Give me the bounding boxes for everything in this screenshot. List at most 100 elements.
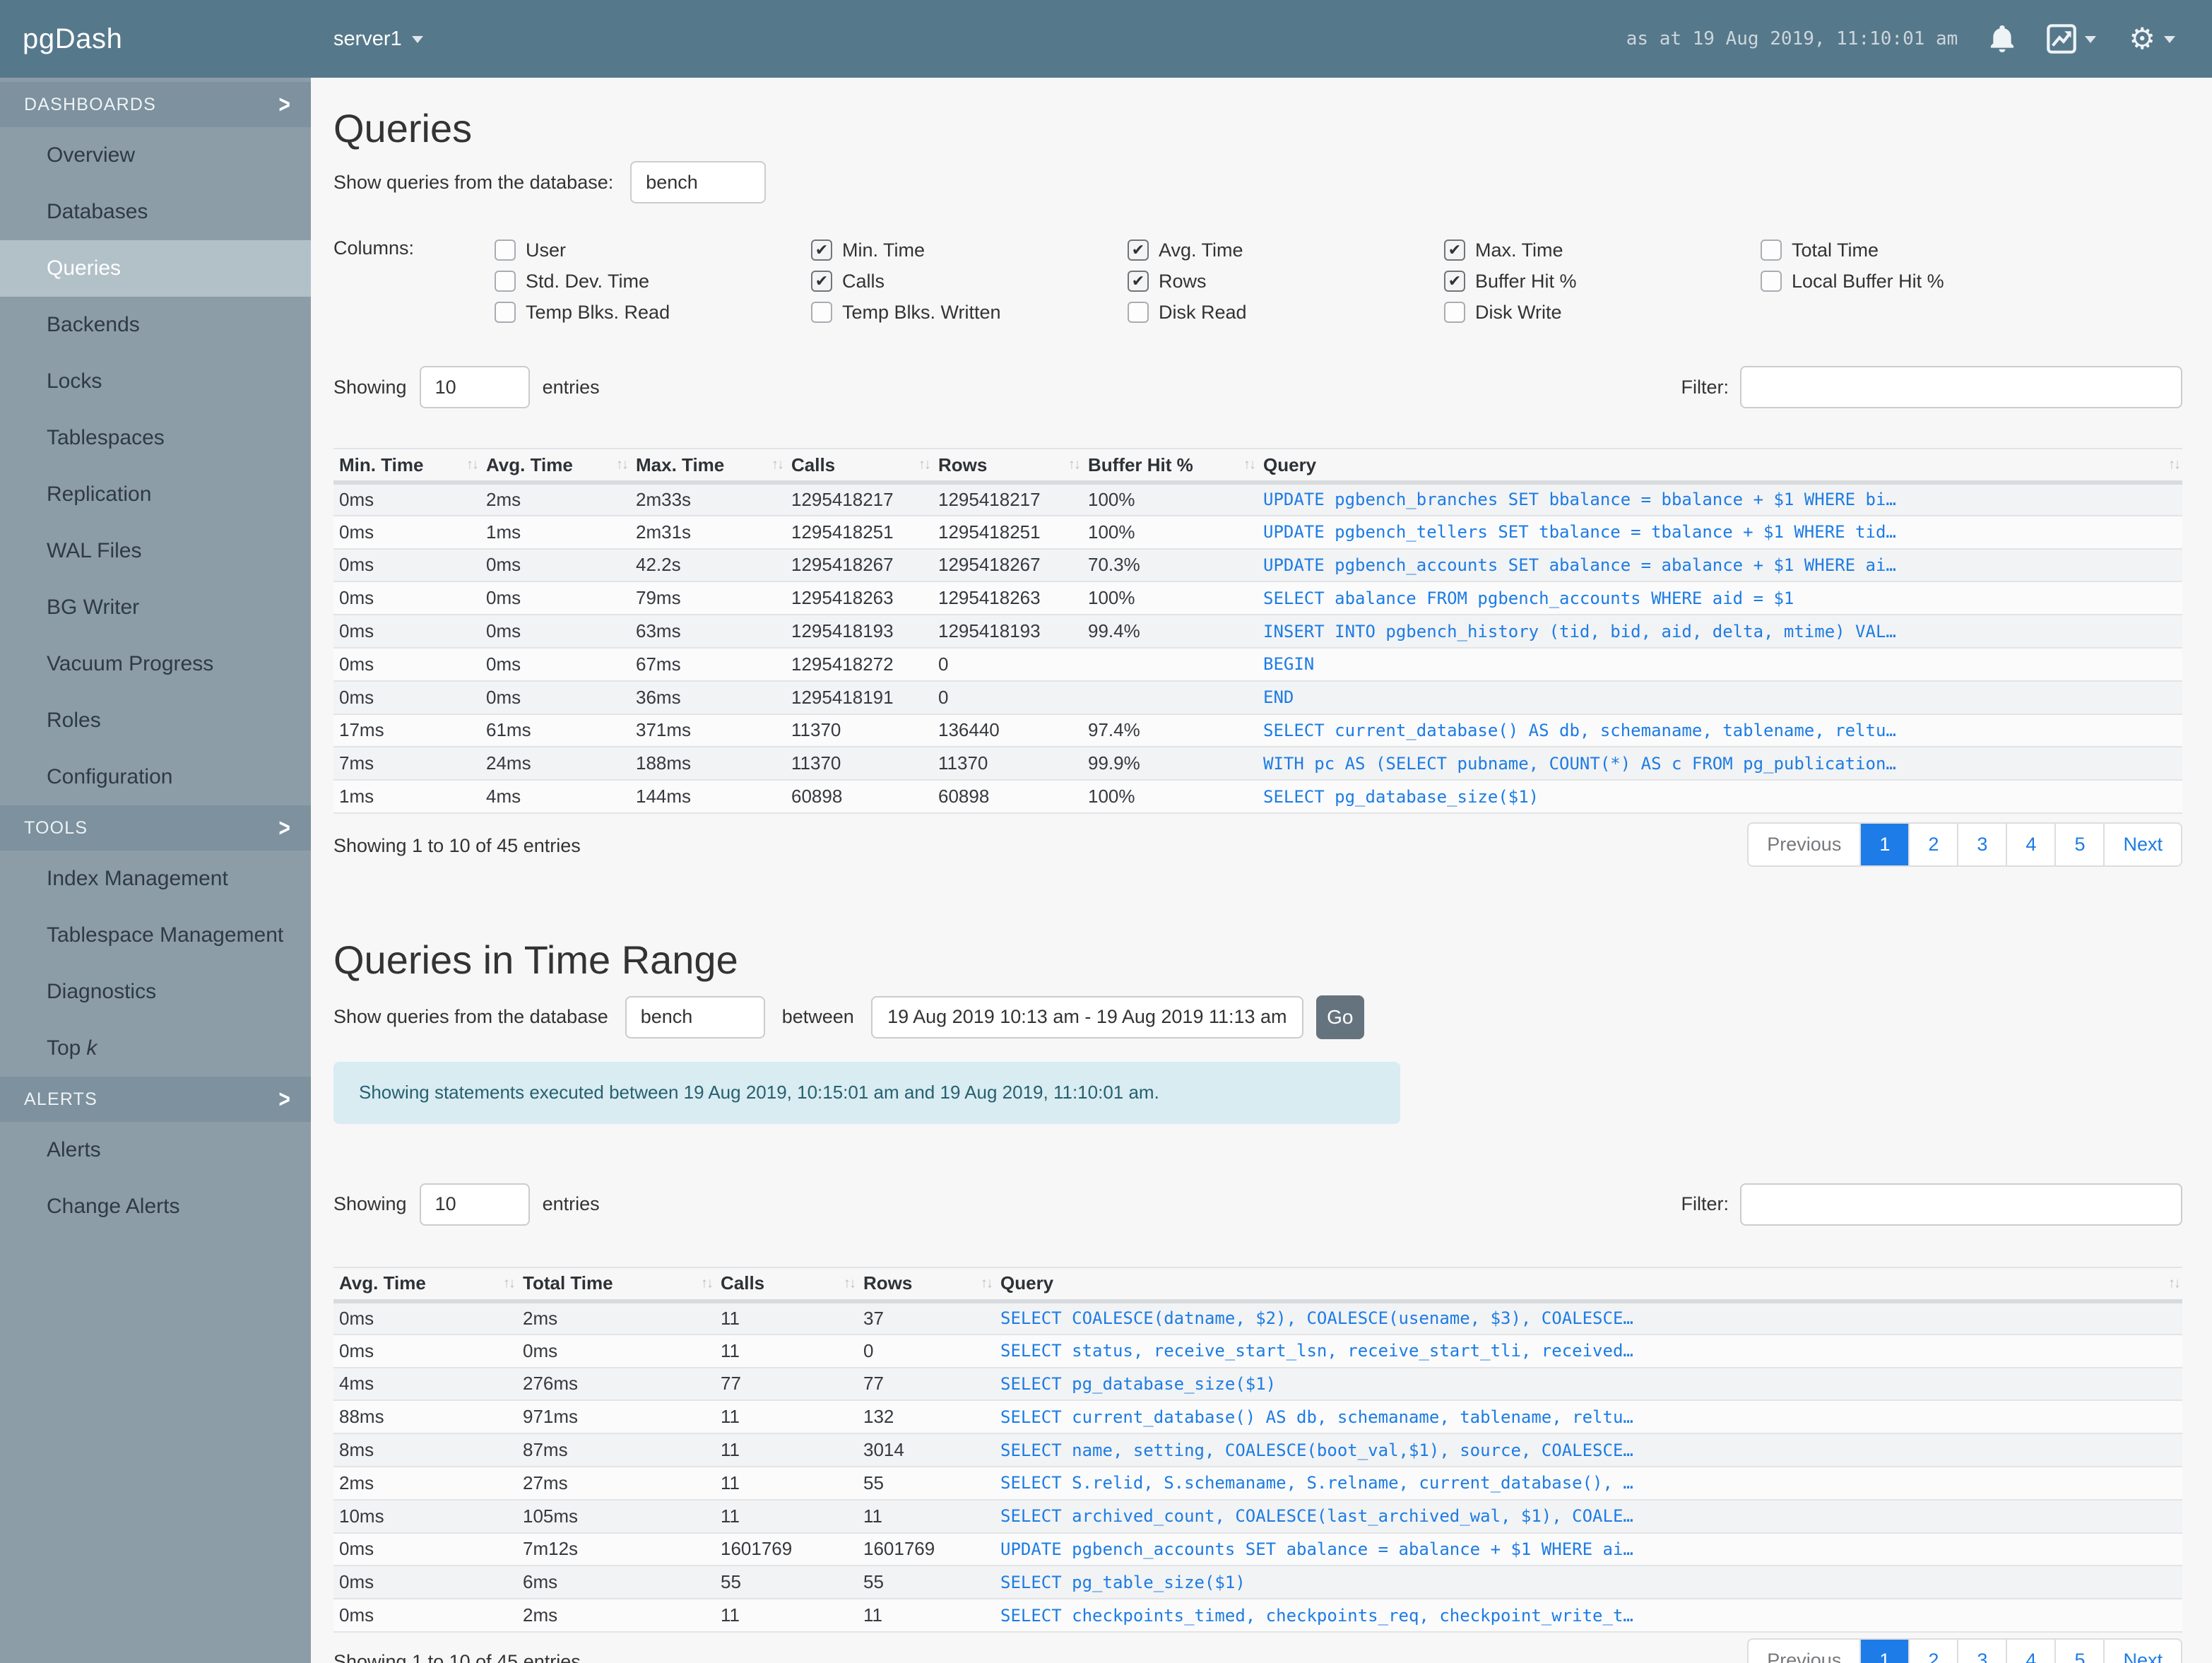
go-button[interactable]: Go: [1315, 995, 1364, 1039]
time-range-input[interactable]: [870, 995, 1303, 1038]
page-5[interactable]: 5: [2054, 1639, 2104, 1663]
column-checkbox-buffer-hit[interactable]: ✔ Buffer Hit %: [1444, 271, 1761, 292]
sidebar-section-tools[interactable]: TOOLS >: [0, 805, 311, 851]
query-cell[interactable]: SELECT S.relid, S.schemaname, S.relname,…: [995, 1466, 2182, 1501]
column-header-min-time[interactable]: Min. Time ↑↓: [333, 448, 480, 485]
query-cell[interactable]: SELECT abalance FROM pgbench_accounts WH…: [1258, 581, 2182, 616]
filter-input[interactable]: [1740, 366, 2182, 408]
query-cell[interactable]: UPDATE pgbench_tellers SET tbalance = tb…: [1258, 515, 2182, 550]
column-header-query[interactable]: Query ↑↓: [995, 1266, 2182, 1303]
column-header-buffer-hit[interactable]: Buffer Hit % ↑↓: [1082, 448, 1258, 485]
sidebar-item-alerts[interactable]: Alerts: [0, 1122, 311, 1178]
sidebar-item-overview[interactable]: Overview: [0, 127, 311, 184]
column-checkbox-std-dev-time[interactable]: Std. Dev. Time: [495, 271, 811, 292]
sidebar-section-alerts[interactable]: ALERTS >: [0, 1077, 311, 1122]
page-1[interactable]: 1: [1859, 1639, 1909, 1663]
column-header-calls[interactable]: Calls ↑↓: [786, 448, 933, 485]
settings-menu-button[interactable]: ⚙: [2129, 24, 2175, 54]
query-cell[interactable]: SELECT current_database() AS db, scheman…: [995, 1400, 2182, 1435]
page-next[interactable]: Next: [2103, 1639, 2181, 1663]
column-checkbox-disk-read[interactable]: Disk Read: [1128, 302, 1444, 324]
sidebar-item-locks[interactable]: Locks: [0, 353, 311, 410]
sidebar-item-tablespaces[interactable]: Tablespaces: [0, 410, 311, 466]
checkbox-unchecked-icon: [495, 239, 516, 261]
column-checkbox-calls[interactable]: ✔ Calls: [811, 271, 1128, 292]
query-cell[interactable]: SELECT pg_database_size($1): [1258, 780, 2182, 814]
column-header-total-time[interactable]: Total Time ↑↓: [517, 1266, 715, 1303]
column-checkbox-user[interactable]: User: [495, 239, 811, 261]
column-header-avg-time[interactable]: Avg. Time ↑↓: [480, 448, 630, 485]
sort-icon: ↑↓: [2168, 1275, 2181, 1291]
page-size-input[interactable]: [419, 366, 530, 408]
query-cell[interactable]: UPDATE pgbench_accounts SET abalance = a…: [995, 1532, 2182, 1567]
page-3[interactable]: 3: [1957, 823, 2006, 865]
query-cell[interactable]: INSERT INTO pgbench_history (tid, bid, a…: [1258, 615, 2182, 649]
page-1[interactable]: 1: [1859, 823, 1909, 865]
sidebar-item-tablespace-management[interactable]: Tablespace Management: [0, 907, 311, 964]
column-header-rows[interactable]: Rows ↑↓: [933, 448, 1082, 485]
query-cell[interactable]: SELECT pg_table_size($1): [995, 1566, 2182, 1600]
database-input[interactable]: [630, 161, 767, 203]
column-checkbox-rows[interactable]: ✔ Rows: [1128, 271, 1444, 292]
query-cell[interactable]: SELECT checkpoints_timed, checkpoints_re…: [995, 1599, 2182, 1633]
sidebar-item-change-alerts[interactable]: Change Alerts: [0, 1178, 311, 1235]
query-cell[interactable]: SELECT name, setting, COALESCE(boot_val,…: [995, 1433, 2182, 1467]
page-3[interactable]: 3: [1957, 1639, 2006, 1663]
column-checkbox-temp-blks-read[interactable]: Temp Blks. Read: [495, 302, 811, 324]
table-row: 0ms 1ms 2m31s 1295418251 1295418251 100% UPDAT…: [333, 515, 2182, 550]
query-cell[interactable]: END: [1258, 680, 2182, 715]
query-cell[interactable]: WITH pc AS (SELECT pubname, COUNT(*) AS …: [1258, 747, 2182, 781]
cell: 100%: [1082, 780, 1258, 814]
query-cell[interactable]: UPDATE pgbench_accounts SET abalance = a…: [1258, 548, 2182, 583]
column-header-rows[interactable]: Rows ↑↓: [858, 1266, 995, 1303]
column-checkbox-avg-time[interactable]: ✔ Avg. Time: [1128, 239, 1444, 261]
sidebar-item-queries[interactable]: Queries: [0, 240, 311, 297]
column-header-avg-time[interactable]: Avg. Time ↑↓: [333, 1266, 517, 1303]
column-header-calls[interactable]: Calls ↑↓: [715, 1266, 858, 1303]
page-size-input-2[interactable]: [419, 1183, 530, 1226]
query-cell[interactable]: SELECT pg_database_size($1): [995, 1367, 2182, 1402]
sidebar-item-roles[interactable]: Roles: [0, 692, 311, 749]
query-cell[interactable]: SELECT status, receive_start_lsn, receiv…: [995, 1334, 2182, 1368]
column-checkbox-max-time[interactable]: ✔ Max. Time: [1444, 239, 1761, 261]
column-checkbox-temp-blks-written[interactable]: Temp Blks. Written: [811, 302, 1128, 324]
page-4[interactable]: 4: [2006, 823, 2055, 865]
charts-menu-button[interactable]: [2047, 24, 2097, 54]
entries-label-2: entries: [542, 1193, 600, 1215]
sidebar-item-bg-writer[interactable]: BG Writer: [0, 579, 311, 636]
page-next[interactable]: Next: [2103, 823, 2181, 865]
cell: 136440: [933, 714, 1082, 748]
sidebar-item-wal-files[interactable]: WAL Files: [0, 523, 311, 579]
sidebar-item-configuration[interactable]: Configuration: [0, 749, 311, 805]
query-cell[interactable]: SELECT COALESCE(datname, $2), COALESCE(u…: [995, 1301, 2182, 1335]
page-5[interactable]: 5: [2054, 823, 2104, 865]
sidebar-item-top-k[interactable]: Top k: [0, 1020, 311, 1077]
sidebar-item-backends[interactable]: Backends: [0, 297, 311, 353]
filter-input-2[interactable]: [1740, 1183, 2182, 1226]
query-cell[interactable]: SELECT current_database() AS db, scheman…: [1258, 714, 2182, 748]
query-cell[interactable]: BEGIN: [1258, 647, 2182, 682]
column-header-max-time[interactable]: Max. Time ↑↓: [630, 448, 786, 485]
page-previous[interactable]: Previous: [1749, 1639, 1860, 1663]
column-checkbox-local-buffer-hit[interactable]: Local Buffer Hit %: [1761, 271, 2077, 292]
database-input-2[interactable]: [625, 995, 765, 1038]
page-4[interactable]: 4: [2006, 1639, 2055, 1663]
sidebar-item-index-management[interactable]: Index Management: [0, 851, 311, 907]
page-previous[interactable]: Previous: [1749, 823, 1860, 865]
column-checkbox-disk-write[interactable]: Disk Write: [1444, 302, 1761, 324]
query-cell[interactable]: SELECT archived_count, COALESCE(last_arc…: [995, 1499, 2182, 1534]
brand-logo[interactable]: pgDash: [0, 23, 311, 55]
column-checkbox-total-time[interactable]: Total Time: [1761, 239, 2077, 261]
page-2[interactable]: 2: [1908, 823, 1958, 865]
column-checkbox-min-time[interactable]: ✔ Min. Time: [811, 239, 1128, 261]
page-2[interactable]: 2: [1908, 1639, 1958, 1663]
sidebar-item-diagnostics[interactable]: Diagnostics: [0, 964, 311, 1020]
sidebar-item-vacuum-progress[interactable]: Vacuum Progress: [0, 636, 311, 692]
notifications-button[interactable]: [1990, 25, 2014, 52]
sidebar-item-replication[interactable]: Replication: [0, 466, 311, 523]
query-cell[interactable]: UPDATE pgbench_branches SET bbalance = b…: [1258, 483, 2182, 516]
sidebar-section-dashboards[interactable]: DASHBOARDS >: [0, 82, 311, 127]
sidebar-item-databases[interactable]: Databases: [0, 184, 311, 240]
server-selector[interactable]: server1: [333, 28, 423, 51]
column-header-query[interactable]: Query ↑↓: [1258, 448, 2182, 485]
